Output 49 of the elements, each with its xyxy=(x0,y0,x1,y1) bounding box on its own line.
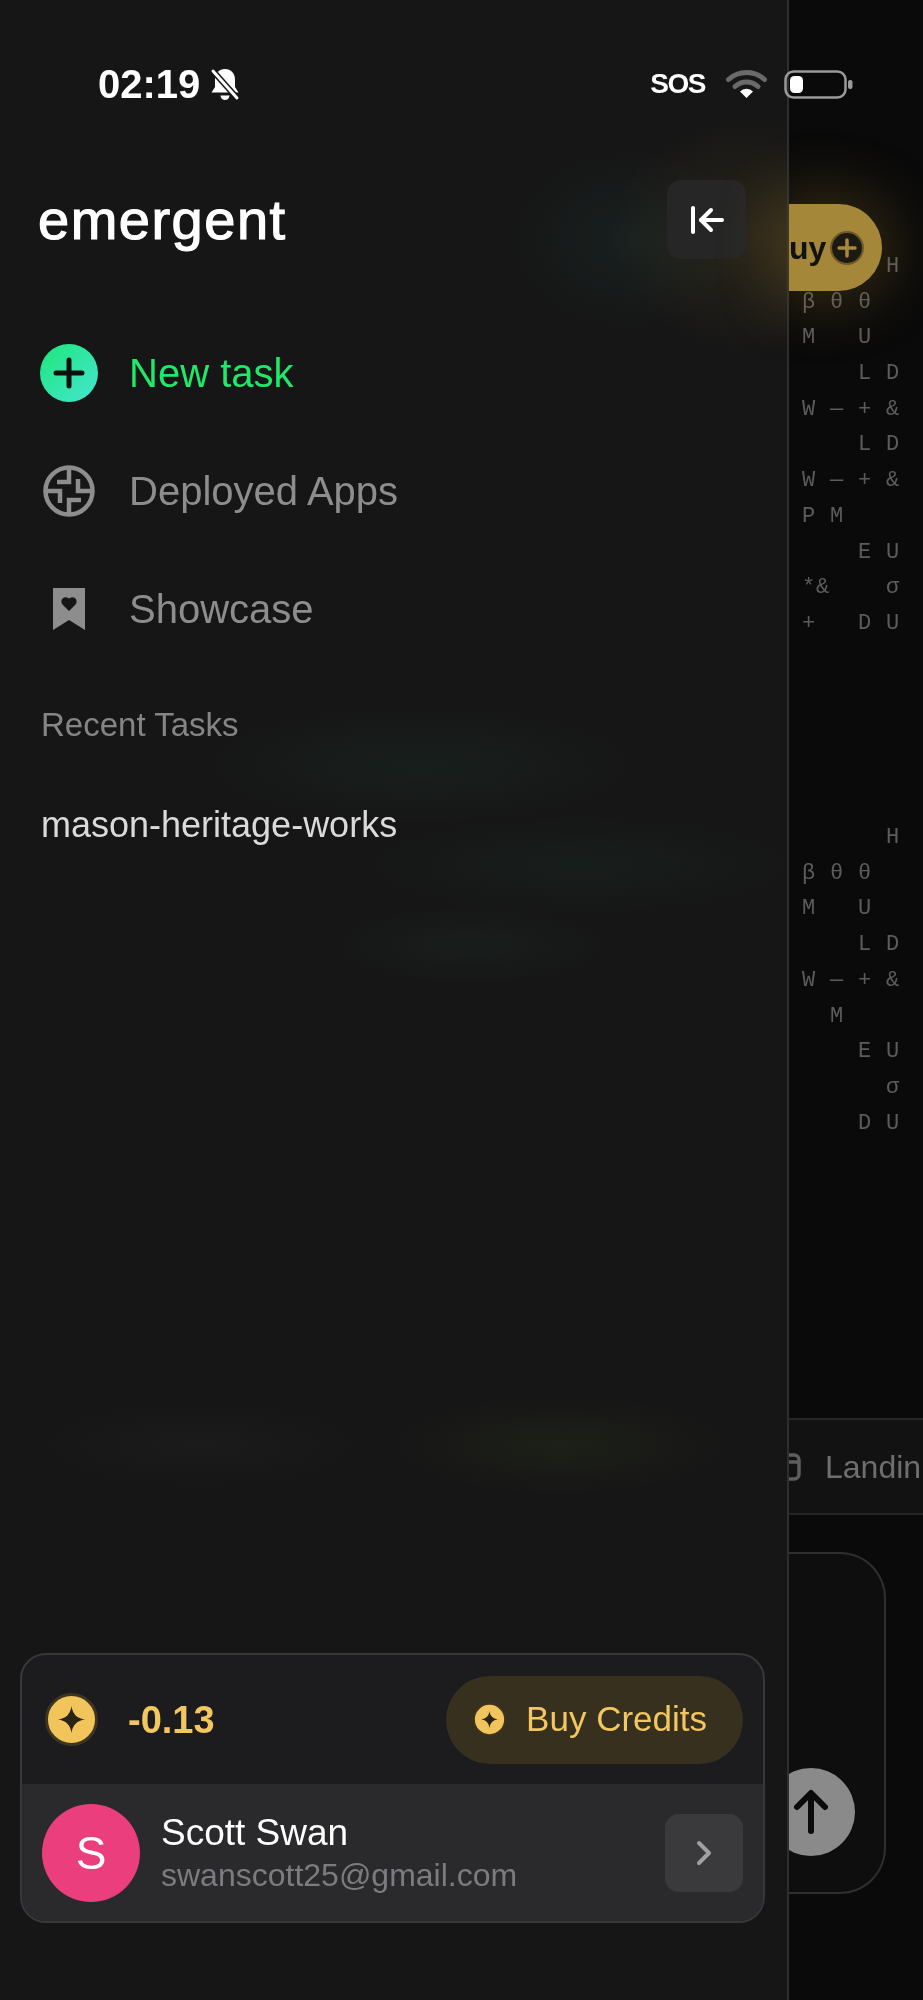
nav-item[interactable]: Showcase xyxy=(40,569,314,649)
background-glyphs: M U xyxy=(802,896,872,922)
background-glyphs: β θ θ xyxy=(802,860,872,886)
background-glyphs: H xyxy=(886,254,900,279)
recent-task-item[interactable]: mason-heritage-works xyxy=(41,803,398,847)
sos-indicator: SOS xyxy=(650,70,705,98)
collapse-icon xyxy=(689,204,724,235)
nav-item[interactable]: Deployed Apps xyxy=(40,451,399,531)
background-glyphs: W — + & xyxy=(802,967,900,993)
plus-circle-icon xyxy=(40,344,98,402)
bell-slash-icon xyxy=(209,66,242,102)
status-time: 02:19 xyxy=(98,64,201,104)
user-name: Scott Swan xyxy=(161,1810,350,1855)
background-glyphs: D U xyxy=(858,1110,900,1136)
background-glyphs: P M xyxy=(802,503,844,529)
background-glyphs: β θ θ xyxy=(802,289,872,315)
background-glyphs: L D xyxy=(858,932,900,958)
page-tab[interactable]: Landin xyxy=(789,1450,922,1483)
background-glyphs: L D xyxy=(858,361,900,387)
buy-credits-button[interactable]: Buy Credits xyxy=(446,1675,743,1764)
window-icon xyxy=(789,1452,801,1481)
sparkle-coin-icon xyxy=(473,1703,507,1736)
chevron-right-icon xyxy=(696,1839,712,1866)
bookmark-heart-icon xyxy=(51,586,87,632)
background-glyphs: M xyxy=(830,1003,844,1029)
background-glyphs: + D U xyxy=(802,610,900,636)
user-email: swanscott25@gmail.com xyxy=(161,1855,518,1895)
background-glyphs: L D xyxy=(858,432,900,458)
collapse-sidebar-button[interactable] xyxy=(667,180,746,259)
prompt-input-box[interactable] xyxy=(789,1552,886,1894)
user-avatar: S xyxy=(42,1803,140,1902)
send-button[interactable] xyxy=(789,1767,856,1857)
nav-item[interactable]: New task xyxy=(40,333,294,413)
background-glyphs: W — + & xyxy=(802,468,900,494)
background-glyphs: W — + & xyxy=(802,396,900,422)
background-glyphs: H xyxy=(886,825,900,851)
background-glyphs: M U xyxy=(802,325,872,351)
credit-balance: -0.13 xyxy=(128,1700,215,1739)
sparkle-coin-icon xyxy=(45,1693,98,1746)
background-glyphs: E U xyxy=(858,539,900,565)
section-heading: Recent Tasks xyxy=(41,707,239,743)
battery-icon xyxy=(784,69,853,99)
wifi-icon xyxy=(725,69,768,99)
buy-button[interactable]: uy xyxy=(789,204,882,291)
maze-circle-icon xyxy=(43,465,95,517)
background-glyphs: σ xyxy=(886,1074,900,1100)
plus-circle-icon xyxy=(830,230,865,265)
background-glyphs: E U xyxy=(858,1039,900,1065)
background-glyphs: *& σ xyxy=(802,575,900,601)
